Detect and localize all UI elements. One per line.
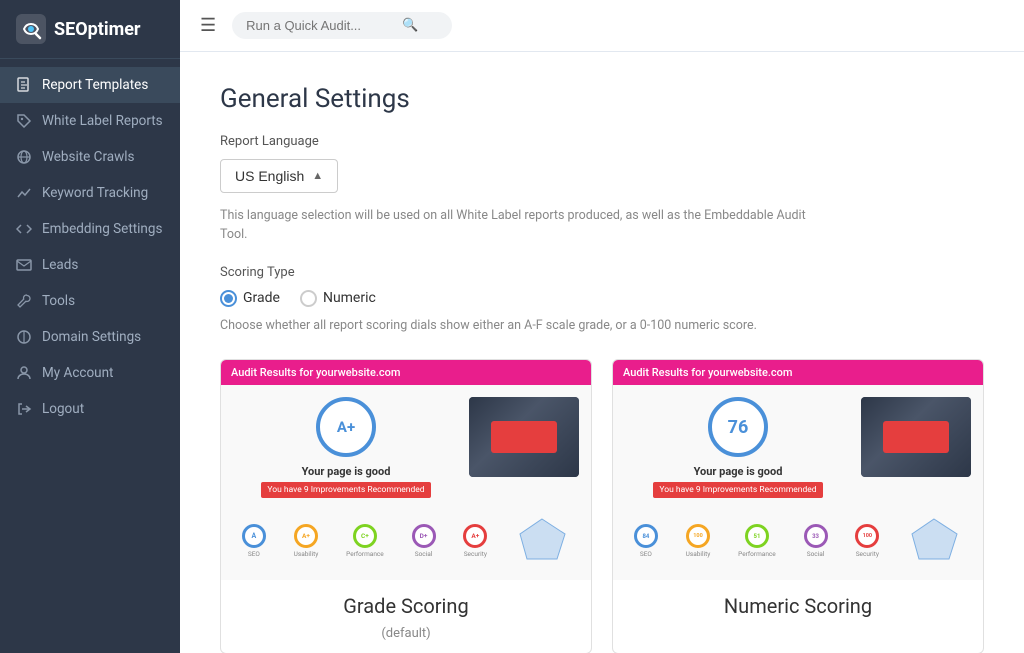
radio-grade-label: Grade [243, 290, 280, 306]
numeric-card-caption: Numeric Scoring [613, 580, 983, 626]
sidebar-item-domain-settings[interactable]: Domain Settings [0, 319, 180, 355]
sidebar-item-label: Report Templates [42, 77, 148, 93]
mini-usability-grade: A+ Usability [294, 524, 319, 558]
numeric-card-banner: Audit Results for yourwebsite.com [613, 360, 983, 385]
language-value: US English [235, 168, 304, 184]
search-input[interactable] [246, 18, 396, 33]
report-language-label: Report Language [220, 134, 984, 149]
grade-card-left: A+ Your page is good You have 9 Improvem… [233, 397, 459, 498]
embed-icon [16, 221, 32, 237]
numeric-radar-chart [907, 514, 962, 568]
language-info-text: This language selection will be used on … [220, 207, 820, 245]
grade-scoring-card: Audit Results for yourwebsite.com A+ You… [220, 359, 592, 653]
sidebar-item-label: My Account [42, 365, 113, 381]
scoring-info-text: Choose whether all report scoring dials … [220, 317, 820, 336]
numeric-card-inner: 76 Your page is good You have 9 Improvem… [613, 385, 983, 510]
sidebar-item-label: Website Crawls [42, 149, 135, 165]
sidebar-item-leads[interactable]: Leads [0, 247, 180, 283]
topbar: ☰ 🔍 [180, 0, 1024, 52]
sidebar-item-label: Embedding Settings [42, 221, 162, 237]
main-wrapper: ☰ 🔍 General Settings Report Language US … [180, 0, 1024, 653]
scoring-type-label: Scoring Type [220, 265, 984, 280]
sidebar-item-label: White Label Reports [42, 113, 163, 129]
mini-social-numeric: 33 Social [804, 524, 828, 558]
radio-grade[interactable]: Grade [220, 290, 280, 307]
sidebar-item-my-account[interactable]: My Account [0, 355, 180, 391]
mini-seo-numeric: 84 SEO [634, 524, 658, 558]
grade-screenshot-visual [469, 397, 579, 477]
sidebar: SEOptimer Report Templates White Label R… [0, 0, 180, 653]
topbar-search-container: 🔍 [232, 12, 452, 39]
numeric-scoring-card: Audit Results for yourwebsite.com 76 You… [612, 359, 984, 653]
sidebar-nav: Report Templates White Label Reports Web… [0, 59, 180, 653]
grade-improvements: You have 9 Improvements Recommended [261, 482, 430, 498]
scoring-radio-group: Grade Numeric [220, 290, 984, 307]
numeric-good-text: Your page is good [694, 465, 783, 478]
grade-card-banner: Audit Results for yourwebsite.com [221, 360, 591, 385]
tag-icon [16, 113, 32, 129]
mini-security-numeric: 100 Security [855, 524, 879, 558]
mini-social-grade: D+ Social [412, 524, 436, 558]
numeric-improvements: You have 9 Improvements Recommended [653, 482, 822, 498]
numeric-card-sub-caption [613, 626, 983, 638]
file-icon [16, 77, 32, 93]
sidebar-item-white-label-reports[interactable]: White Label Reports [0, 103, 180, 139]
account-icon [16, 365, 32, 381]
mini-performance-numeric: 51 Performance [738, 524, 776, 558]
numeric-card-screenshot [861, 397, 971, 477]
sidebar-item-label: Domain Settings [42, 329, 141, 345]
numeric-card-left: 76 Your page is good You have 9 Improvem… [625, 397, 851, 498]
sidebar-item-report-templates[interactable]: Report Templates [0, 67, 180, 103]
sidebar-item-label: Leads [42, 257, 78, 273]
domain-icon [16, 329, 32, 345]
grade-radar-chart [515, 514, 570, 568]
logout-icon [16, 401, 32, 417]
grade-card-inner: A+ Your page is good You have 9 Improvem… [221, 385, 591, 510]
numeric-score-circle: 76 [708, 397, 768, 457]
sidebar-item-website-crawls[interactable]: Website Crawls [0, 139, 180, 175]
sidebar-logo: SEOptimer [0, 0, 180, 59]
radio-numeric-label: Numeric [323, 290, 376, 306]
mini-performance-grade: C+ Performance [346, 524, 384, 558]
sidebar-item-label: Tools [42, 293, 75, 309]
page-title: General Settings [220, 84, 984, 114]
sidebar-item-tools[interactable]: Tools [0, 283, 180, 319]
grade-card-preview: Audit Results for yourwebsite.com A+ You… [221, 360, 591, 580]
radio-numeric-circle [300, 290, 317, 307]
chevron-up-icon: ▲ [312, 170, 323, 182]
globe-icon [16, 149, 32, 165]
mini-security-grade: A+ Security [463, 524, 487, 558]
scoring-cards-container: Audit Results for yourwebsite.com A+ You… [220, 359, 984, 653]
sidebar-item-label: Logout [42, 401, 84, 417]
radio-grade-circle [220, 290, 237, 307]
sidebar-item-logout[interactable]: Logout [0, 391, 180, 427]
sidebar-item-embedding-settings[interactable]: Embedding Settings [0, 211, 180, 247]
mini-seo-grade: A SEO [242, 524, 266, 558]
mail-icon [16, 257, 32, 273]
tools-icon [16, 293, 32, 309]
seoptimer-logo-icon [16, 14, 46, 44]
grade-card-screenshot [469, 397, 579, 477]
grade-card-caption: Grade Scoring [221, 580, 591, 626]
menu-button[interactable]: ☰ [196, 11, 220, 40]
sidebar-logo-text: SEOptimer [54, 19, 141, 40]
sidebar-item-label: Keyword Tracking [42, 185, 148, 201]
content-area: General Settings Report Language US Engl… [180, 52, 1024, 653]
numeric-screenshot-visual [861, 397, 971, 477]
grade-card-sub-caption: (default) [221, 626, 591, 653]
mini-usability-numeric: 100 Usability [686, 524, 711, 558]
sidebar-item-keyword-tracking[interactable]: Keyword Tracking [0, 175, 180, 211]
search-icon: 🔍 [402, 18, 418, 33]
chart-icon [16, 185, 32, 201]
numeric-card-preview: Audit Results for yourwebsite.com 76 You… [613, 360, 983, 580]
grade-good-text: Your page is good [302, 465, 391, 478]
language-dropdown[interactable]: US English ▲ [220, 159, 338, 193]
grade-score-circle: A+ [316, 397, 376, 457]
radio-numeric[interactable]: Numeric [300, 290, 376, 307]
